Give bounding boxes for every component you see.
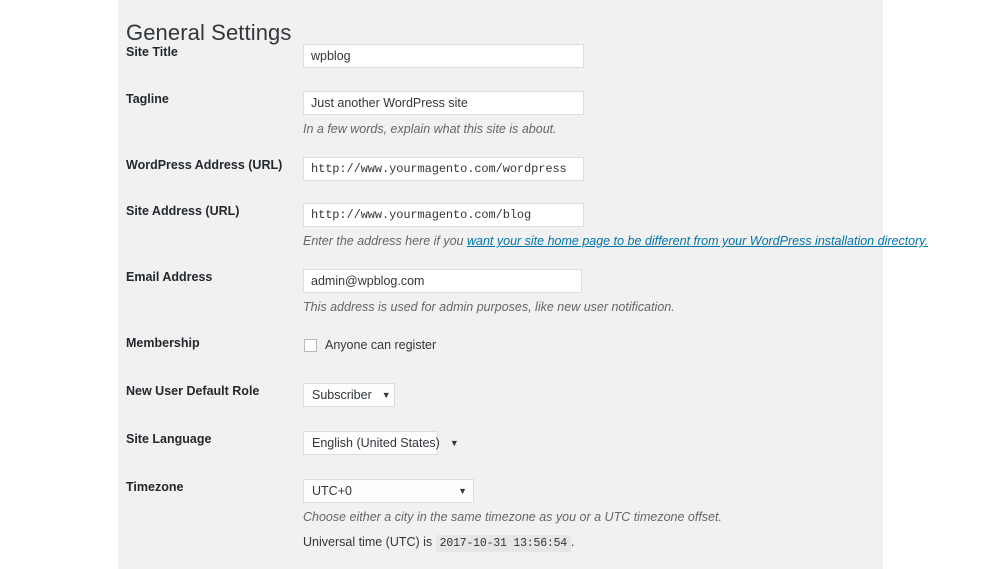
- email-address-field-wrap: This address is used for admin purposes,…: [303, 269, 878, 315]
- timezone-value: UTC+0: [312, 480, 352, 502]
- form-row-tagline: Tagline In a few words, explain what thi…: [118, 91, 883, 157]
- chevron-down-icon: ▼: [382, 391, 391, 400]
- new-user-default-role-label: New User Default Role: [126, 383, 301, 399]
- chevron-down-icon: ▼: [458, 487, 467, 496]
- page-title: General Settings: [126, 20, 291, 46]
- site-title-label: Site Title: [126, 44, 301, 60]
- site-title-input[interactable]: [303, 44, 584, 68]
- timezone-label: Timezone: [126, 479, 301, 495]
- email-address-description: This address is used for admin purposes,…: [303, 299, 878, 315]
- email-address-input[interactable]: [303, 269, 582, 293]
- site-language-field-wrap: English (United States) ▼: [303, 431, 878, 455]
- timezone-select[interactable]: UTC+0 ▼: [303, 479, 474, 503]
- tagline-input[interactable]: [303, 91, 584, 115]
- wordpress-address-label: WordPress Address (URL): [126, 157, 301, 173]
- settings-panel: General Settings Site Title Tagline In a…: [118, 0, 883, 569]
- new-user-default-role-field-wrap: Subscriber ▼: [303, 383, 878, 407]
- anyone-can-register-label: Anyone can register: [325, 337, 436, 353]
- tagline-field-wrap: In a few words, explain what this site i…: [303, 91, 878, 137]
- site-language-label: Site Language: [126, 431, 301, 447]
- page-root: General Settings Site Title Tagline In a…: [0, 0, 1000, 569]
- timezone-field-wrap: UTC+0 ▼ Choose either a city in the same…: [303, 479, 878, 552]
- new-user-default-role-select[interactable]: Subscriber ▼: [303, 383, 395, 407]
- timezone-description: Choose either a city in the same timezon…: [303, 509, 878, 525]
- form-row-new-user-default-role: New User Default Role Subscriber ▼: [118, 383, 883, 431]
- site-address-label: Site Address (URL): [126, 203, 301, 219]
- form-row-email-address: Email Address This address is used for a…: [118, 269, 883, 335]
- chevron-down-icon: ▼: [450, 439, 459, 448]
- site-address-description: Enter the address here if you want your …: [303, 233, 878, 249]
- form-row-site-language: Site Language English (United States) ▼: [118, 431, 883, 479]
- universal-time-suffix: .: [571, 535, 574, 549]
- site-address-input[interactable]: [303, 203, 584, 227]
- wordpress-address-input[interactable]: [303, 157, 584, 181]
- universal-time-line: Universal time (UTC) is 2017-10-31 13:56…: [303, 534, 878, 552]
- universal-time-value: 2017-10-31 13:56:54: [436, 535, 571, 552]
- site-address-help-link[interactable]: want your site home page to be different…: [467, 234, 928, 248]
- form-row-site-title: Site Title: [118, 44, 883, 91]
- wordpress-address-field-wrap: [303, 157, 878, 181]
- new-user-default-role-value: Subscriber: [312, 384, 372, 406]
- membership-label: Membership: [126, 335, 301, 351]
- email-address-label: Email Address: [126, 269, 301, 285]
- site-language-value: English (United States): [312, 432, 440, 454]
- universal-time-prefix: Universal time (UTC) is: [303, 535, 432, 549]
- form-row-site-address: Site Address (URL) Enter the address her…: [118, 203, 883, 269]
- form-row-membership: Membership Anyone can register: [118, 335, 883, 383]
- tagline-label: Tagline: [126, 91, 301, 107]
- anyone-can-register-checkbox[interactable]: [304, 339, 317, 352]
- site-title-field-wrap: [303, 44, 878, 68]
- general-settings-form: Site Title Tagline In a few words, expla…: [118, 44, 883, 569]
- tagline-description: In a few words, explain what this site i…: [303, 121, 878, 137]
- membership-field-wrap: Anyone can register: [303, 335, 878, 355]
- site-address-field-wrap: Enter the address here if you want your …: [303, 203, 878, 249]
- form-row-timezone: Timezone UTC+0 ▼ Choose either a city in…: [118, 479, 883, 569]
- site-address-description-prefix: Enter the address here if you: [303, 234, 467, 248]
- membership-checkbox-row[interactable]: Anyone can register: [303, 335, 878, 355]
- site-language-select[interactable]: English (United States) ▼: [303, 431, 438, 455]
- form-row-wordpress-address: WordPress Address (URL): [118, 157, 883, 203]
